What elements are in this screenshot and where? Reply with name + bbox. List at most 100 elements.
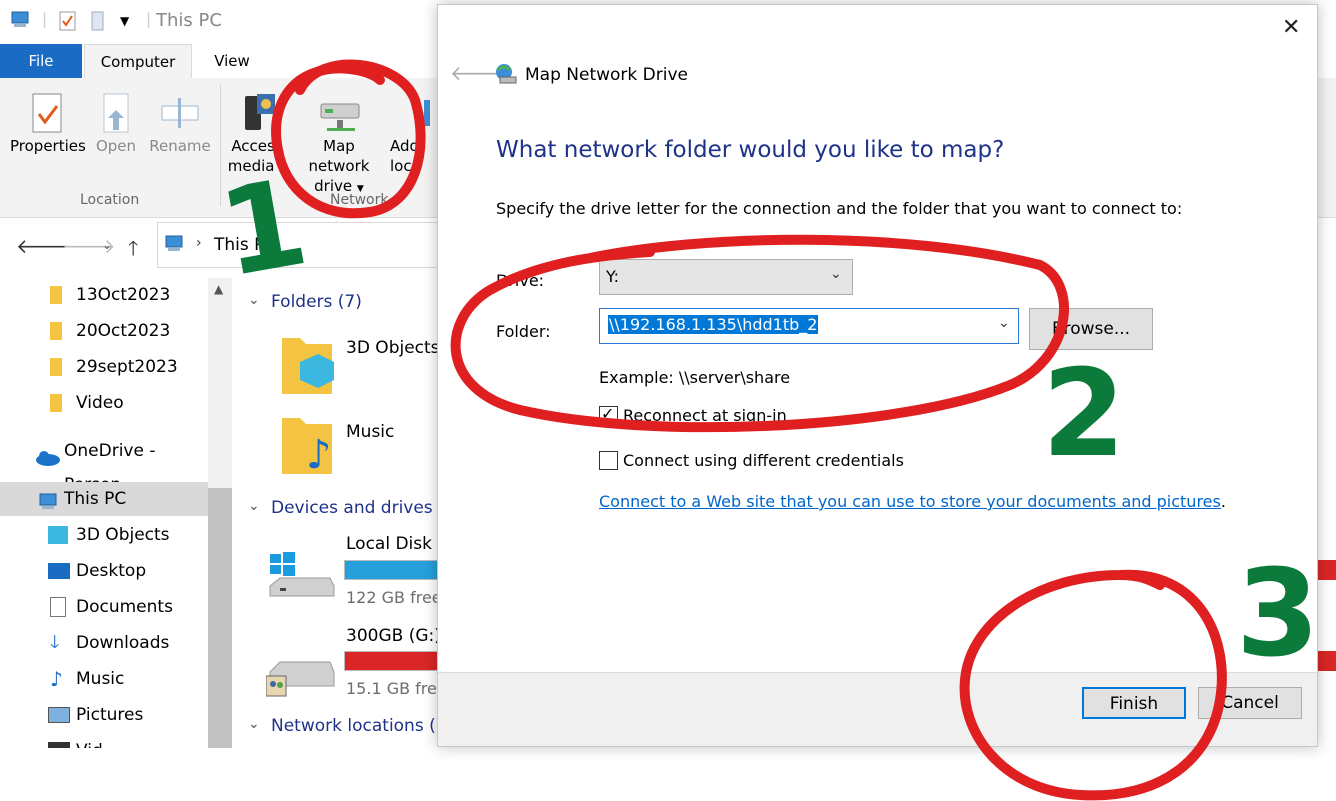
- scroll-up-icon[interactable]: ▲: [214, 282, 223, 296]
- folder-label: Folder:: [496, 322, 551, 341]
- nav-item-label: Desktop: [76, 561, 147, 581]
- browse-button[interactable]: Browse...: [1029, 308, 1153, 350]
- link-suffix: .: [1220, 492, 1226, 511]
- address-box[interactable]: › This PC: [157, 222, 447, 268]
- up-arrow-icon[interactable]: 🡑: [128, 234, 138, 268]
- nav-item[interactable]: 20Oct2023: [0, 314, 208, 348]
- drive-label: Drive:: [496, 271, 545, 290]
- open-button[interactable]: Open: [92, 92, 140, 156]
- new-folder-quick-icon[interactable]: [90, 10, 106, 36]
- nav-item-label: This PC: [64, 489, 127, 509]
- folder-icon: [50, 286, 62, 304]
- folder-combobox[interactable]: \\192.168.1.135\hdd1tb_2 ⌄: [599, 308, 1019, 344]
- folder-icon: [50, 358, 62, 376]
- nav-item[interactable]: 🡓 Downloads: [0, 626, 208, 660]
- breadcrumb-chevron-icon: ›: [196, 235, 202, 251]
- web-site-link-row: Connect to a Web site that you can use t…: [599, 492, 1226, 511]
- access-media-button[interactable]: Access media ▼: [226, 92, 288, 179]
- nav-item-label: Video: [76, 393, 124, 413]
- nav-item[interactable]: Desktop: [0, 554, 208, 588]
- media-icon: [237, 92, 277, 132]
- section-folders[interactable]: Folders (7): [271, 292, 362, 312]
- network-drive-icon: [319, 92, 360, 132]
- recent-locations-chevron-icon[interactable]: ⌄: [102, 238, 112, 252]
- nav-item-label: Downloads: [76, 633, 170, 653]
- window-title: This PC: [156, 10, 222, 31]
- nav-item-label: Pictures: [76, 705, 144, 725]
- tab-view[interactable]: View: [196, 44, 268, 78]
- nav-item-label: Documents: [76, 597, 173, 617]
- navigation-pane: 13Oct2023 20Oct2023 29sept2023 Video One…: [0, 278, 232, 748]
- nav-item[interactable]: ♪ Music: [0, 662, 208, 696]
- nav-item[interactable]: Documents: [0, 590, 208, 624]
- add-network-location-button[interactable]: Add loca: [390, 92, 430, 176]
- nav-scrollbar[interactable]: ▲: [208, 278, 232, 748]
- access-media-label-2: media ▼: [227, 157, 287, 175]
- drive-letter-select[interactable]: Y: ⌄: [599, 259, 853, 295]
- group-location-label: Location: [80, 192, 140, 208]
- folder-name[interactable]: Music: [346, 422, 394, 442]
- nav-item-label: 20Oct2023: [76, 321, 171, 341]
- chevron-down-icon[interactable]: ⌄: [998, 315, 1010, 331]
- nav-item[interactable]: 13Oct2023: [0, 278, 208, 312]
- nav-item-label: 3D Objects: [76, 525, 170, 545]
- open-icon: [96, 92, 136, 133]
- nav-item-label: Vid: [76, 734, 103, 748]
- collapse-chevron-icon[interactable]: ⌄: [248, 716, 260, 732]
- section-devices[interactable]: Devices and drives (7: [271, 498, 456, 518]
- reconnect-checkbox[interactable]: ✓: [599, 404, 618, 425]
- folder-name[interactable]: 3D Objects: [346, 338, 440, 358]
- reconnect-label[interactable]: Reconnect at sign-in: [623, 406, 787, 425]
- drive-free: 122 GB free: [346, 588, 442, 607]
- svg-text:♪: ♪: [306, 432, 332, 478]
- drive-name[interactable]: 300GB (G:): [346, 626, 441, 646]
- folder-icon: [50, 322, 62, 340]
- dialog-footer: Finish Cancel: [438, 672, 1317, 746]
- cloud-icon: [34, 444, 60, 478]
- nav-item[interactable]: 29sept2023: [0, 350, 208, 384]
- group-divider: [220, 84, 221, 206]
- cancel-button[interactable]: Cancel: [1198, 687, 1302, 719]
- scroll-thumb[interactable]: [208, 488, 232, 748]
- downloads-icon: 🡓: [50, 632, 60, 653]
- properties-button[interactable]: Properties: [10, 92, 86, 156]
- customize-toolbar-dropdown[interactable]: ▼: [120, 14, 129, 28]
- folder-input[interactable]: \\192.168.1.135\hdd1tb_2: [608, 315, 819, 334]
- dialog-heading: What network folder would you like to ma…: [496, 137, 1005, 163]
- different-credentials-label[interactable]: Connect using different credentials: [623, 451, 904, 470]
- nav-item-label: Music: [76, 669, 125, 689]
- nav-item[interactable]: Vid: [0, 734, 208, 748]
- folder-icon: ♪: [278, 412, 336, 478]
- tab-file[interactable]: File: [0, 44, 82, 78]
- collapse-chevron-icon[interactable]: ⌄: [248, 498, 260, 514]
- collapse-chevron-icon[interactable]: ⌄: [248, 292, 260, 308]
- divider: |: [42, 10, 48, 28]
- tab-computer[interactable]: Computer: [84, 44, 192, 78]
- close-icon[interactable]: ✕: [1282, 15, 1300, 40]
- nav-item[interactable]: Video: [0, 386, 208, 420]
- map-network-drive-dialog: ✕ 🡐 Map Network Drive What network folde…: [437, 4, 1318, 747]
- folder-icon: [278, 328, 336, 398]
- nav-item-label: 13Oct2023: [76, 285, 171, 305]
- properties-icon: [27, 92, 67, 133]
- windows-drive-icon: [266, 548, 336, 604]
- nav-item[interactable]: Pictures: [0, 698, 208, 732]
- web-site-link[interactable]: Connect to a Web site that you can use t…: [599, 492, 1221, 511]
- rename-label: Rename: [149, 137, 211, 155]
- rename-button[interactable]: Rename: [148, 92, 212, 156]
- properties-quick-icon[interactable]: [58, 10, 78, 36]
- network-drive-icon: [265, 654, 336, 704]
- desktop-icon: [48, 563, 70, 579]
- nav-item-onedrive[interactable]: OneDrive - Person: [0, 434, 208, 495]
- properties-label: Properties: [10, 137, 86, 155]
- map-network-drive-button[interactable]: Map network drive ▼: [292, 92, 386, 199]
- nav-item-this-pc[interactable]: This PC: [0, 482, 208, 516]
- finish-button[interactable]: Finish: [1082, 687, 1186, 719]
- nav-item[interactable]: 3D Objects: [0, 518, 208, 552]
- section-network-locations[interactable]: Network locations (1): [271, 716, 453, 736]
- different-credentials-checkbox[interactable]: [599, 451, 618, 470]
- breadcrumb-this-pc[interactable]: This PC: [214, 235, 276, 255]
- open-label: Open: [95, 137, 137, 155]
- music-icon: ♪: [50, 667, 63, 691]
- drive-usage-bar-edge: [1318, 651, 1336, 671]
